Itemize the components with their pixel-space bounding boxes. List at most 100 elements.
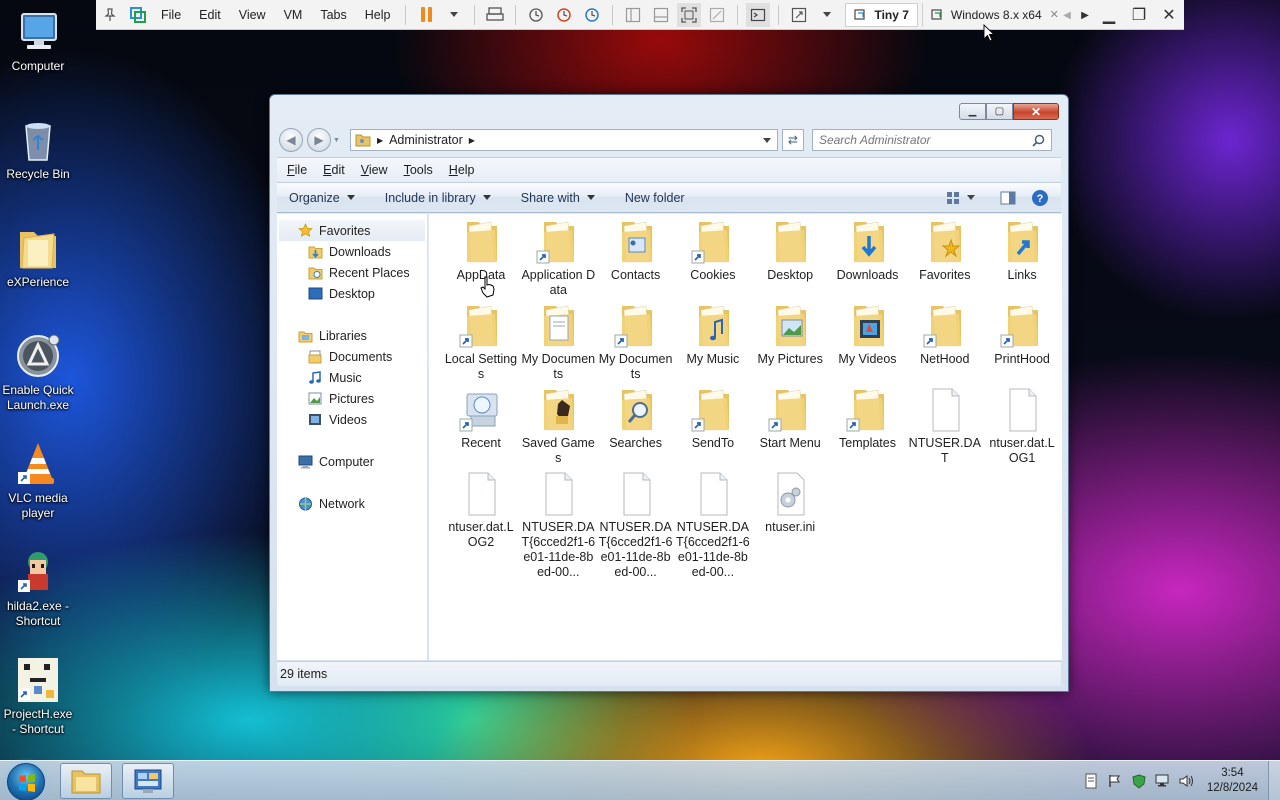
refresh-button[interactable]: ⇄	[781, 129, 804, 151]
console-view-icon[interactable]	[746, 2, 771, 27]
share-with-button[interactable]: Share with	[521, 191, 595, 205]
thumbnail-view-icon[interactable]	[649, 3, 673, 27]
file-list-item[interactable]: Recent	[444, 386, 518, 451]
nav-favorites[interactable]: Favorites	[279, 220, 425, 241]
vm-menu-vm[interactable]: VM	[275, 8, 312, 22]
file-list[interactable]: AppData Application Data Contacts Cookies De…	[429, 214, 1062, 660]
vm-tab-windows8[interactable]: Windows 8.x x64 ✕	[921, 2, 1067, 27]
desktop-icon-projecth[interactable]: ProjectH.exe - Shortcut	[0, 656, 76, 737]
nav-libraries[interactable]: Libraries	[277, 325, 427, 346]
file-list-item[interactable]: Downloads	[831, 218, 905, 283]
file-list-item[interactable]: Saved Games	[521, 386, 595, 466]
breadcrumb-arrow-icon[interactable]: ▶	[377, 136, 383, 145]
desktop-icon-vlc[interactable]: VLC media player	[0, 440, 76, 521]
menu-tools[interactable]: Tools	[404, 163, 433, 177]
search-icon[interactable]	[1032, 134, 1045, 147]
scroll-tabs-left-icon[interactable]: ◀	[1058, 10, 1076, 21]
desktop-icon-hilda2[interactable]: hilda2.exe - Shortcut	[0, 548, 76, 629]
send-ctrl-alt-del-icon[interactable]	[483, 3, 507, 27]
library-view-icon[interactable]	[621, 3, 645, 27]
nav-documents[interactable]: Documents	[277, 346, 427, 367]
taskbar-explorer-button[interactable]	[60, 763, 112, 799]
file-list-item[interactable]: Desktop	[753, 218, 827, 283]
back-button[interactable]: ◀	[279, 128, 303, 152]
search-input[interactable]	[818, 133, 1032, 147]
search-box[interactable]	[811, 129, 1052, 151]
nav-downloads[interactable]: Downloads	[277, 241, 427, 262]
file-list-item[interactable]: NTUSER.DAT	[908, 386, 982, 466]
unity-icon[interactable]	[705, 3, 729, 27]
scroll-tabs-right-icon[interactable]: ▶	[1076, 10, 1094, 21]
breadcrumb-administrator[interactable]: Administrator	[389, 133, 463, 147]
desktop-icon-computer[interactable]: Computer	[0, 8, 76, 74]
stretch-dropdown-icon[interactable]	[815, 3, 839, 27]
forward-button[interactable]: ▶	[307, 128, 331, 152]
network-status-icon[interactable]	[1154, 772, 1172, 790]
menu-file[interactable]: File	[287, 163, 307, 177]
preview-pane-icon[interactable]	[997, 187, 1019, 209]
file-list-item[interactable]: My Documents	[521, 302, 595, 382]
nav-recent-places[interactable]: Recent Places	[277, 262, 427, 283]
close-icon[interactable]: ✕	[1154, 5, 1184, 25]
file-list-item[interactable]: Application Data	[521, 218, 595, 298]
pause-icon[interactable]	[414, 3, 438, 27]
file-list-item[interactable]: Start Menu	[753, 386, 827, 451]
flag-icon[interactable]	[1106, 772, 1124, 790]
file-list-item[interactable]: My Pictures	[753, 302, 827, 367]
organize-button[interactable]: Organize	[289, 191, 355, 205]
maximize-button[interactable]: ▢	[986, 103, 1013, 120]
file-list-item[interactable]: Local Settings	[444, 302, 518, 382]
desktop-icon-recycle-bin[interactable]: Recycle Bin	[0, 116, 76, 182]
action-center-icon[interactable]	[1082, 772, 1100, 790]
volume-icon[interactable]	[1178, 772, 1196, 790]
change-view-icon[interactable]	[943, 187, 965, 209]
file-list-item[interactable]: My Documents	[599, 302, 673, 382]
pin-icon[interactable]	[98, 3, 122, 27]
stretch-guest-icon[interactable]	[787, 3, 811, 27]
clock[interactable]: 3:54 12/8/2024	[1207, 766, 1258, 796]
vm-menu-edit[interactable]: Edit	[190, 8, 230, 22]
file-list-item[interactable]: NTUSER.DAT{6cced2f1-6e01-11de-8bed-00...	[676, 470, 750, 580]
file-list-item[interactable]: NTUSER.DAT{6cced2f1-6e01-11de-8bed-00...	[521, 470, 595, 580]
snapshot-manager-icon[interactable]	[580, 3, 604, 27]
address-dropdown-icon[interactable]	[762, 137, 771, 143]
new-folder-button[interactable]: New folder	[625, 191, 685, 205]
file-list-item[interactable]: Templates	[831, 386, 905, 451]
nav-network[interactable]: Network	[277, 493, 427, 514]
security-shield-icon[interactable]	[1130, 772, 1148, 790]
file-list-item[interactable]: Favorites	[908, 218, 982, 283]
file-list-item[interactable]: ntuser.dat.LOG2	[444, 470, 518, 550]
file-list-item[interactable]: NTUSER.DAT{6cced2f1-6e01-11de-8bed-00...	[599, 470, 673, 580]
menu-view[interactable]: View	[361, 163, 388, 177]
minimize-button[interactable]: ▁	[959, 103, 986, 120]
snapshot-icon[interactable]	[524, 3, 548, 27]
power-dropdown-icon[interactable]	[442, 3, 466, 27]
file-list-item[interactable]: Searches	[599, 386, 673, 451]
explorer-window[interactable]: ▁ ▢ ✕ ◀ ▶ ▼ ▶ Administrator ▶ ⇄ File Edi…	[269, 94, 1069, 692]
file-list-item[interactable]: Cookies	[676, 218, 750, 283]
nav-computer[interactable]: Computer	[277, 451, 427, 472]
file-list-item[interactable]: My Videos	[831, 302, 905, 367]
include-in-library-button[interactable]: Include in library	[385, 191, 491, 205]
nav-pictures[interactable]: Pictures	[277, 388, 427, 409]
desktop-icon-enable-quick-launch[interactable]: Enable Quick Launch.exe	[0, 332, 76, 413]
address-bar[interactable]: ▶ Administrator ▶	[349, 129, 778, 151]
restore-icon[interactable]: ❐	[1124, 5, 1154, 25]
vm-menu-file[interactable]: File	[152, 8, 190, 22]
desktop-icon-experience[interactable]: eXPerience	[0, 224, 76, 290]
revert-snapshot-icon[interactable]	[552, 3, 576, 27]
file-list-item[interactable]: My Music	[676, 302, 750, 367]
menu-edit[interactable]: Edit	[323, 163, 345, 177]
taskbar-control-panel-button[interactable]	[122, 763, 174, 799]
start-button[interactable]	[7, 763, 45, 800]
nav-music[interactable]: Music	[277, 367, 427, 388]
close-button[interactable]: ✕	[1013, 103, 1059, 120]
file-list-item[interactable]: Links	[985, 218, 1059, 283]
vm-menu-view[interactable]: View	[230, 8, 275, 22]
file-list-item[interactable]: ntuser.ini	[753, 470, 827, 535]
minimize-icon[interactable]: ▁	[1094, 5, 1124, 25]
help-icon[interactable]: ?	[1029, 187, 1051, 209]
fullscreen-icon[interactable]	[677, 2, 702, 27]
file-list-item[interactable]: AppData	[444, 218, 518, 283]
file-list-item[interactable]: Contacts	[599, 218, 673, 283]
